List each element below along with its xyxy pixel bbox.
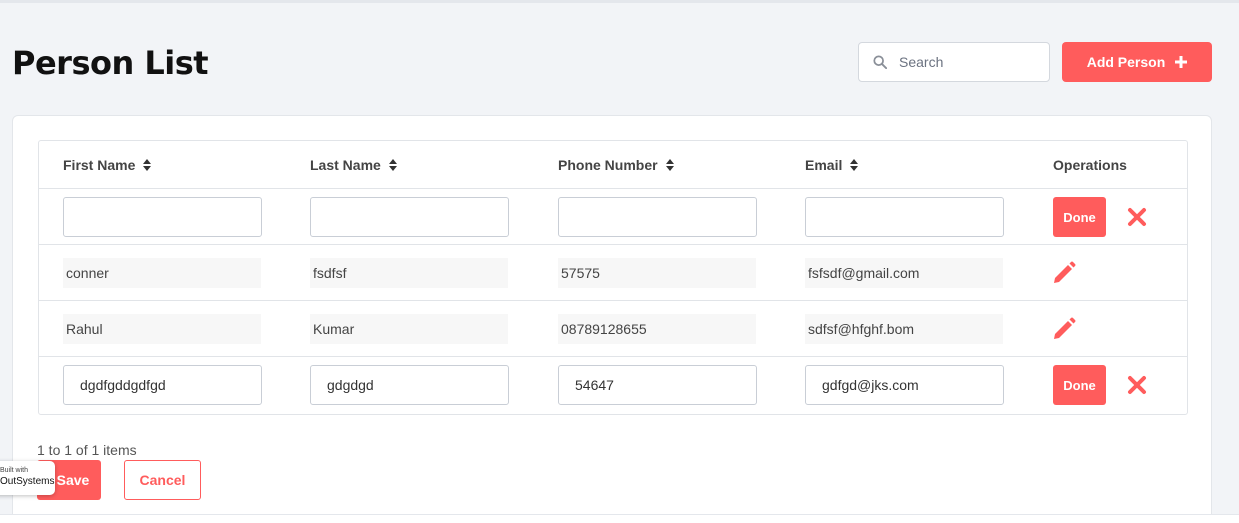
search-icon: [873, 55, 887, 69]
last-name-cell: Kumar: [310, 314, 508, 344]
add-person-button[interactable]: Add Person: [1062, 42, 1212, 82]
badge-small-text: Built with: [0, 467, 29, 474]
email-cell: sdfsf@hfghf.bom: [805, 314, 1003, 344]
plus-icon: [1175, 56, 1188, 68]
column-header-operations: Operations: [1053, 157, 1127, 173]
close-icon[interactable]: [1127, 375, 1147, 395]
sort-icon[interactable]: [850, 159, 859, 171]
first-name-input[interactable]: [63, 197, 262, 237]
done-button[interactable]: Done: [1053, 197, 1106, 237]
cancel-button[interactable]: Cancel: [124, 460, 201, 500]
pencil-icon[interactable]: [1051, 316, 1077, 342]
table-row: conner fsdfsf 57575 fsfsdf@gmail.com: [39, 245, 1187, 301]
column-header-last-name[interactable]: Last Name: [310, 157, 397, 173]
bottom-strip: [0, 514, 1239, 523]
person-list-card: First Name Last Name Phone Number Email …: [12, 115, 1212, 523]
add-person-label: Add Person: [1086, 54, 1166, 70]
email-input[interactable]: [805, 197, 1004, 237]
built-with-outsystems-badge[interactable]: Built with OutSystems: [0, 461, 55, 495]
page-title: Person List: [12, 44, 209, 82]
sort-icon[interactable]: [143, 159, 152, 171]
last-name-input[interactable]: [310, 197, 509, 237]
table-row: Done: [39, 357, 1187, 413]
column-header-email[interactable]: Email: [805, 157, 859, 173]
sort-icon[interactable]: [665, 159, 674, 171]
last-name-input[interactable]: [310, 365, 509, 405]
column-header-phone-number[interactable]: Phone Number: [558, 157, 674, 173]
first-name-cell: Rahul: [63, 314, 261, 344]
search-box[interactable]: [858, 42, 1050, 82]
first-name-cell: conner: [63, 258, 261, 288]
person-table: First Name Last Name Phone Number Email …: [38, 140, 1188, 415]
phone-number-cell: 57575: [558, 258, 756, 288]
badge-brand-text: OutSystems: [0, 476, 55, 487]
phone-number-input[interactable]: [558, 365, 757, 405]
close-icon[interactable]: [1127, 207, 1147, 227]
email-cell: fsfsdf@gmail.com: [805, 258, 1003, 288]
pencil-icon[interactable]: [1051, 260, 1077, 286]
pagination-info: 1 to 1 of 1 items: [37, 442, 137, 458]
top-border: [0, 0, 1239, 3]
first-name-input[interactable]: [63, 365, 262, 405]
table-row: Rahul Kumar 08789128655 sdfsf@hfghf.bom: [39, 301, 1187, 357]
phone-number-cell: 08789128655: [558, 314, 756, 344]
phone-number-input[interactable]: [558, 197, 757, 237]
search-input[interactable]: [899, 54, 1039, 70]
table-row: Done: [39, 189, 1187, 245]
email-input[interactable]: [805, 365, 1004, 405]
done-button[interactable]: Done: [1053, 365, 1106, 405]
column-header-first-name[interactable]: First Name: [63, 157, 152, 173]
last-name-cell: fsdfsf: [310, 258, 508, 288]
sort-icon[interactable]: [388, 159, 397, 171]
table-header: First Name Last Name Phone Number Email …: [39, 141, 1187, 189]
